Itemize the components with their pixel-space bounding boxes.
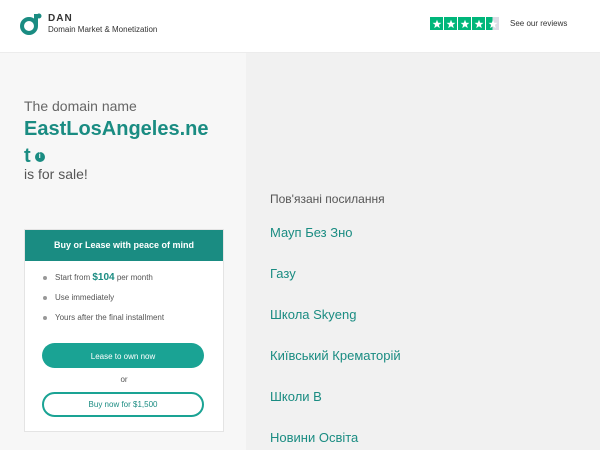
- list-item: Yours after the final installment: [43, 312, 223, 332]
- list-item: Use immediately: [43, 292, 223, 312]
- half-star-icon: [486, 17, 499, 30]
- related-link[interactable]: Школи В: [270, 388, 401, 429]
- list-item: Start from $104 per month: [43, 272, 223, 292]
- monthly-price: $104: [92, 272, 115, 283]
- for-sale-text: is for sale!: [24, 166, 88, 182]
- or-divider: or: [120, 375, 128, 384]
- info-icon[interactable]: i: [34, 151, 45, 162]
- bullet-suffix: per month: [116, 273, 153, 282]
- brand: DAN Domain Market & Monetization: [48, 13, 163, 35]
- domain-name-line1: EastLosAngeles.ne: [24, 118, 209, 140]
- bullet-prefix: Start from: [55, 273, 91, 282]
- benefits-list: Start from $104 per month Use immediatel…: [25, 261, 223, 332]
- dan-logo-icon[interactable]: [20, 12, 42, 36]
- trustpilot-stars[interactable]: [430, 17, 500, 31]
- top-bar: DAN Domain Market & Monetization See our…: [0, 0, 600, 53]
- related-link[interactable]: Мауп Без Зно: [270, 224, 401, 265]
- domain-name-line2: t: [24, 145, 31, 167]
- domain-intro: The domain name: [24, 98, 137, 114]
- star-icon: [444, 17, 457, 30]
- related-link[interactable]: Школа Skyeng: [270, 306, 401, 347]
- purchase-card: Buy or Lease with peace of mind Start fr…: [24, 229, 224, 432]
- related-link[interactable]: Газу: [270, 265, 401, 306]
- star-icon: [430, 17, 443, 30]
- buy-now-button[interactable]: Buy now for $1,500: [42, 392, 204, 417]
- brand-name: DAN: [48, 13, 73, 24]
- related-links-title: Пов'язані посилання: [270, 192, 385, 206]
- related-links-list: Мауп Без Зно Газу Школа Skyeng Київський…: [270, 224, 401, 470]
- see-reviews-link[interactable]: See our reviews: [510, 19, 567, 28]
- lease-to-own-button[interactable]: Lease to own now: [42, 343, 204, 368]
- domain-name: EastLosAngeles.ne t i: [24, 116, 234, 170]
- related-link[interactable]: Київський Крематорій: [270, 347, 401, 388]
- star-icon: [472, 17, 485, 30]
- brand-tagline: Domain Market & Monetization: [48, 25, 158, 34]
- star-icon: [458, 17, 471, 30]
- card-title: Buy or Lease with peace of mind: [25, 230, 223, 261]
